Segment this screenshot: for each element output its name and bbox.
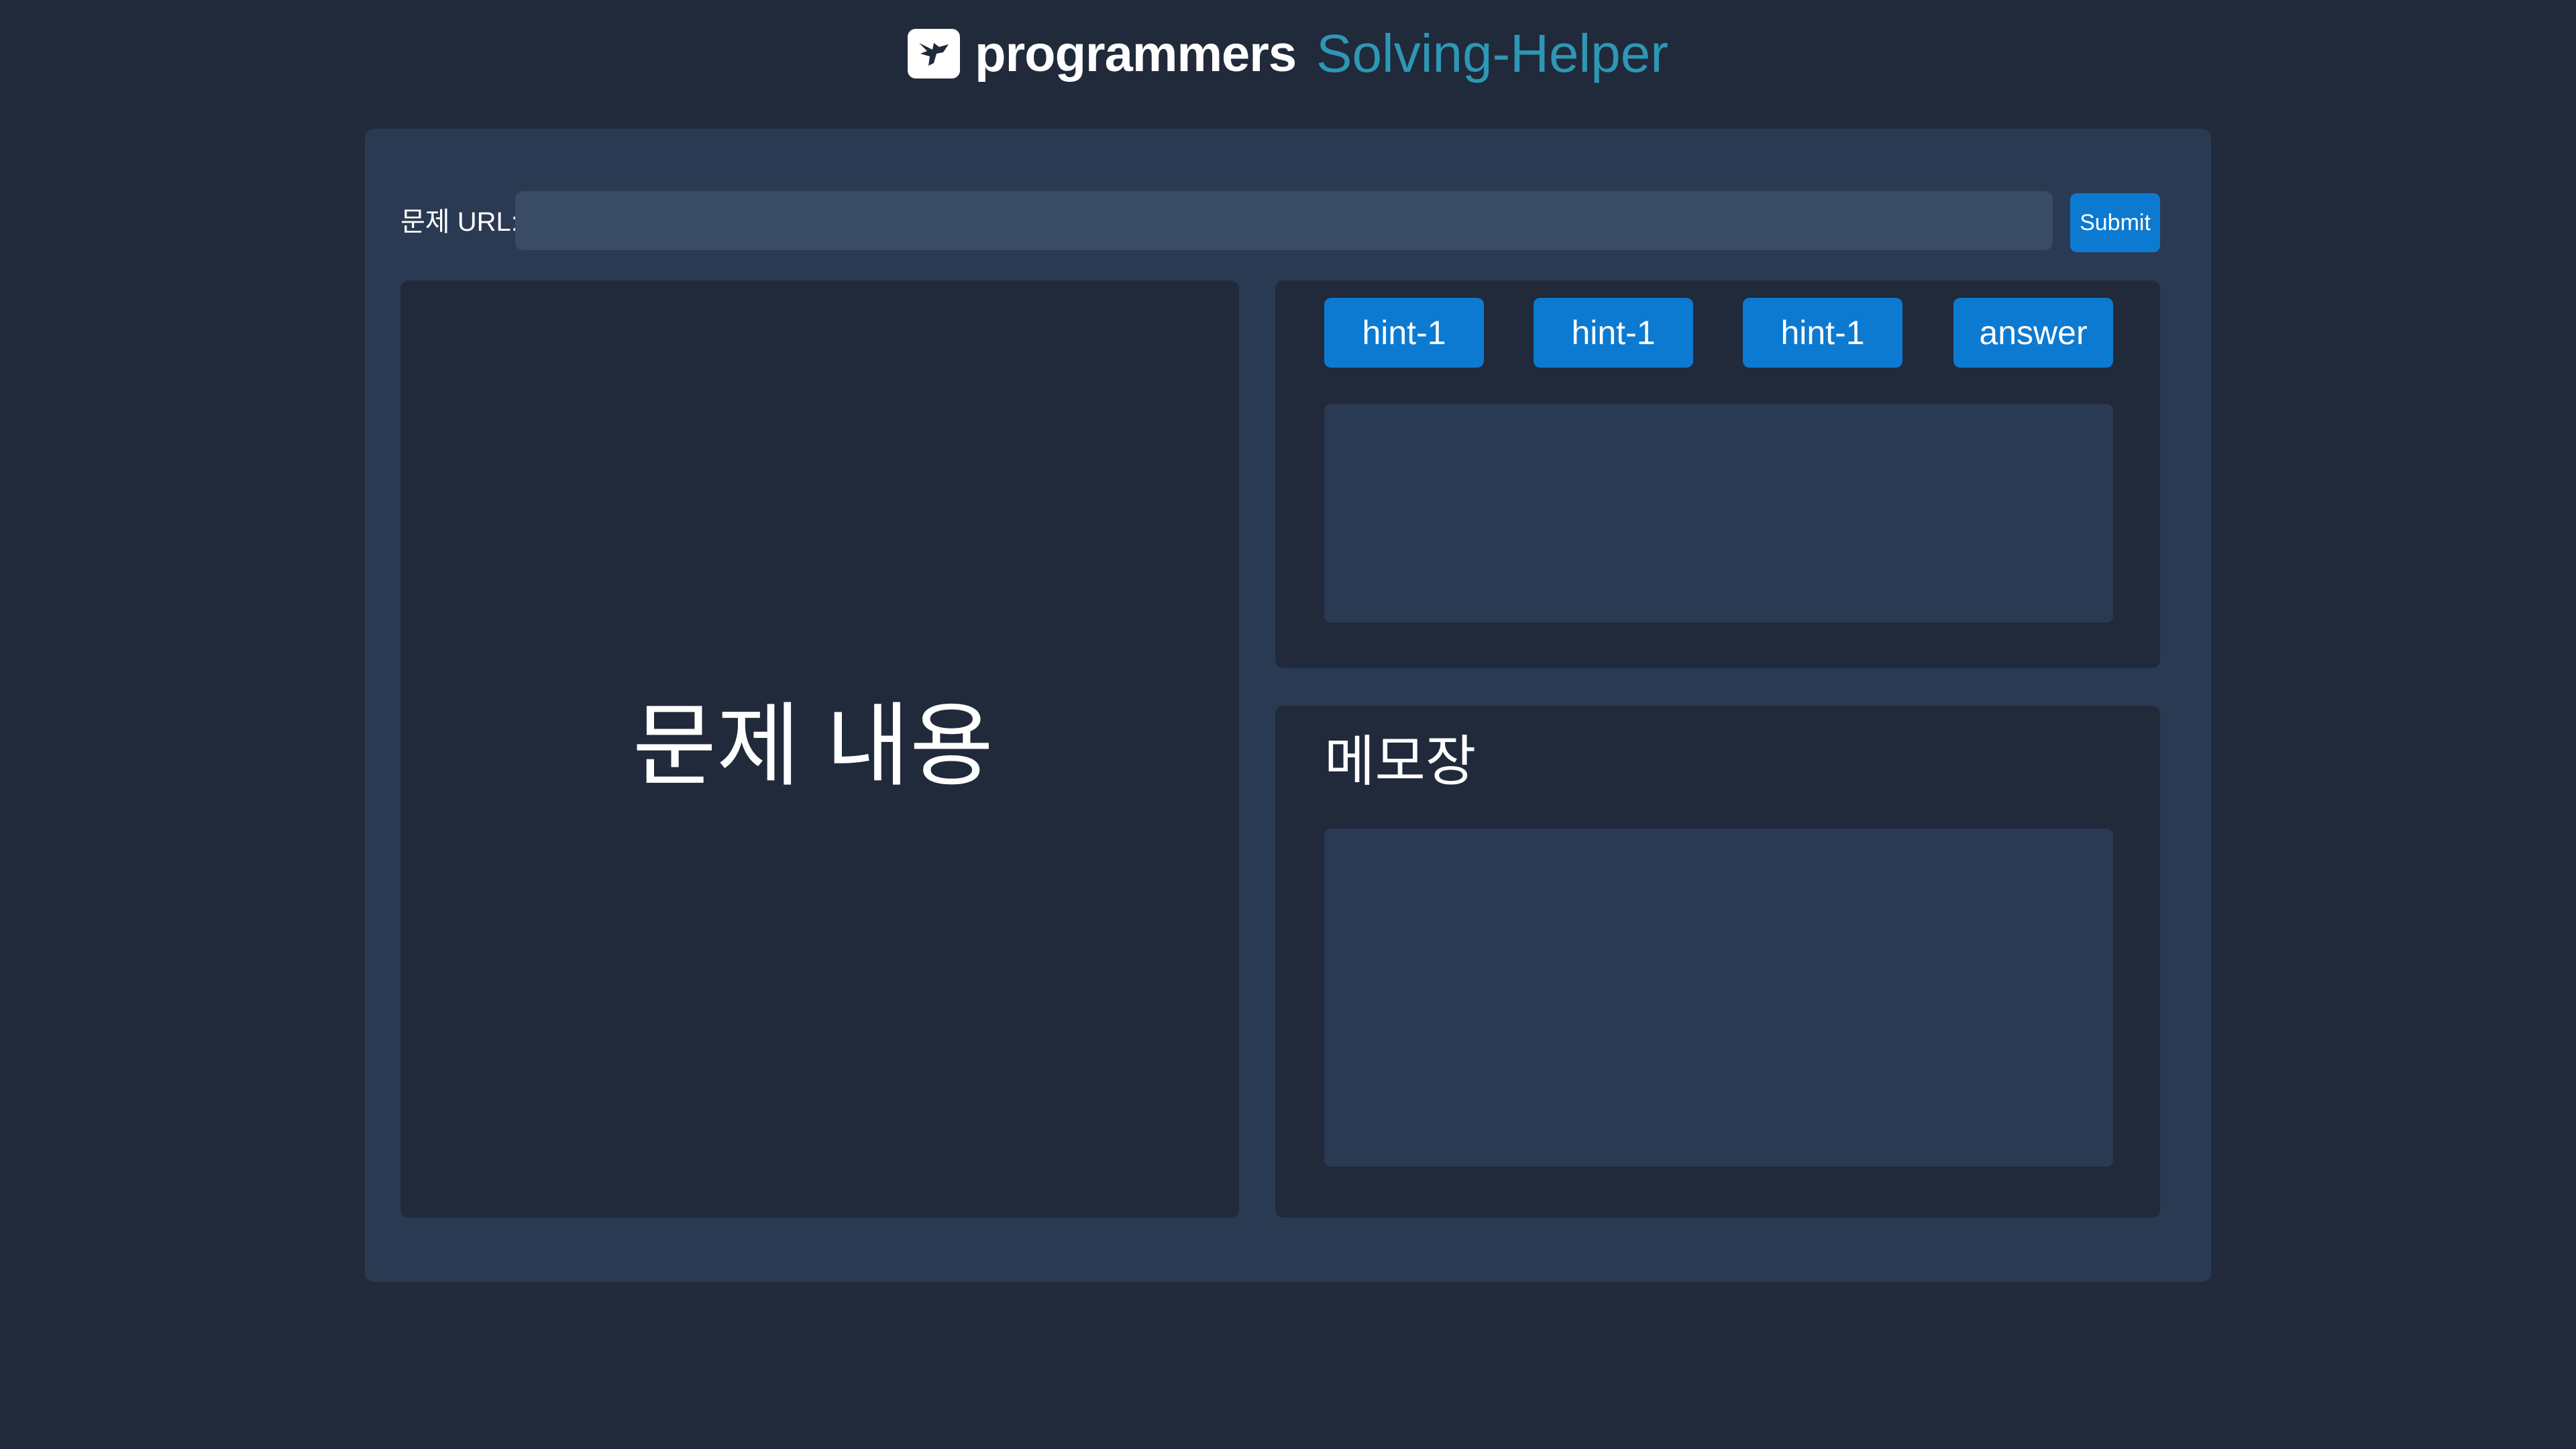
problem-content-panel: 문제 내용 — [400, 280, 1239, 1218]
hint-button-2[interactable]: hint-1 — [1534, 298, 1693, 368]
app-header: programmers Solving-Helper — [0, 0, 2576, 107]
brand-wordmark: programmers — [975, 25, 1297, 83]
url-label: 문제 URL: — [400, 207, 519, 237]
app-title: Solving-Helper — [1316, 23, 1668, 83]
hint-output-box — [1324, 404, 2113, 623]
hint-panel: hint-1 hint-1 hint-1 answer — [1275, 280, 2160, 668]
submit-button[interactable]: Submit — [2070, 193, 2160, 252]
problem-content-text: 문제 내용 — [632, 695, 994, 797]
bird-icon — [919, 43, 949, 66]
url-input[interactable] — [515, 191, 2053, 250]
memo-panel: 메모장 — [1275, 706, 2160, 1218]
memo-textarea[interactable] — [1324, 828, 2113, 1167]
programmers-logo-icon — [908, 29, 961, 78]
answer-button[interactable]: answer — [1953, 298, 2113, 368]
memo-title: 메모장 — [1324, 731, 1477, 792]
hint-button-1[interactable]: hint-1 — [1324, 298, 1484, 368]
hint-button-3[interactable]: hint-1 — [1743, 298, 1902, 368]
